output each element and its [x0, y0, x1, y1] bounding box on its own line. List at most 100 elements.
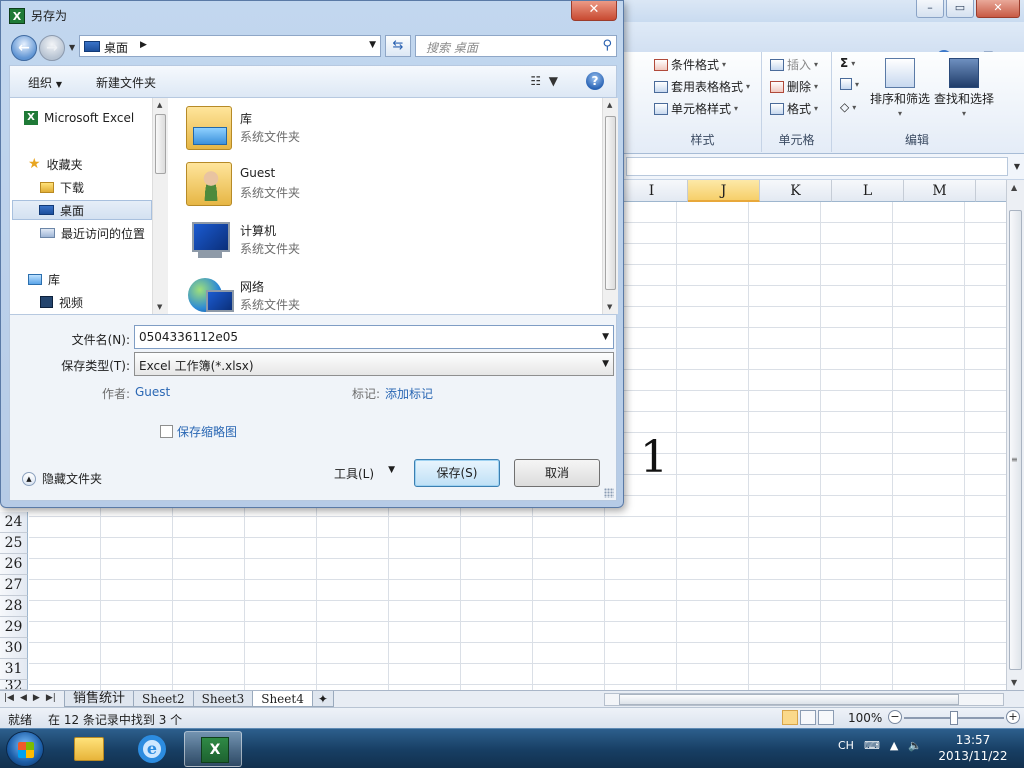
- vertical-scrollbar[interactable]: ▲ ≡ ▼: [1006, 180, 1024, 690]
- zoom-slider[interactable]: − +: [888, 710, 1020, 725]
- scroll-up-icon[interactable]: ▲: [607, 101, 612, 109]
- formula-expand-icon[interactable]: ▼: [1010, 157, 1024, 176]
- dialog-close-button[interactable]: ✕: [571, 1, 617, 21]
- zoom-out-icon[interactable]: −: [888, 710, 902, 724]
- column-header[interactable]: [976, 180, 1006, 202]
- show-hidden-icons-icon[interactable]: ▲: [890, 739, 898, 752]
- next-sheet-icon[interactable]: ▶: [33, 693, 40, 703]
- file-item[interactable]: Guest 系统文件夹: [186, 158, 586, 210]
- author-value[interactable]: Guest: [135, 385, 170, 399]
- column-header[interactable]: K: [760, 180, 832, 202]
- filename-dropdown-icon[interactable]: ▼: [602, 332, 609, 342]
- row-header[interactable]: 26: [0, 554, 28, 575]
- volume-icon[interactable]: 🔈: [908, 739, 922, 752]
- row-header[interactable]: 30: [0, 638, 28, 659]
- scroll-thumb[interactable]: ≡: [1009, 210, 1022, 670]
- scroll-up-icon[interactable]: ▲: [157, 101, 162, 109]
- save-button[interactable]: 保存(S): [414, 459, 500, 487]
- hide-folders-button[interactable]: ▲ 隐藏文件夹: [22, 470, 102, 487]
- save-thumbnail-checkbox[interactable]: 保存缩略图: [160, 423, 237, 440]
- first-sheet-icon[interactable]: |◀: [4, 693, 14, 703]
- fill-button[interactable]: ▾: [840, 78, 859, 90]
- delete-button[interactable]: 删除 ▾: [770, 78, 818, 95]
- address-dropdown-icon[interactable]: ▼: [369, 40, 376, 50]
- cancel-button[interactable]: 取消: [514, 459, 600, 487]
- row-header[interactable]: 27: [0, 575, 28, 596]
- scroll-down-icon[interactable]: ▼: [157, 303, 162, 311]
- minimize-button[interactable]: –: [916, 0, 944, 18]
- column-header[interactable]: L: [832, 180, 904, 202]
- prev-sheet-icon[interactable]: ◀: [20, 693, 27, 703]
- column-header-selected[interactable]: J: [688, 180, 760, 202]
- sheet-tab-active[interactable]: Sheet4: [252, 691, 313, 707]
- taskbar-excel[interactable]: X: [184, 731, 242, 767]
- help-icon[interactable]: ?: [586, 72, 604, 90]
- nav-item-libraries[interactable]: 库: [28, 269, 152, 289]
- tags-value[interactable]: 添加标记: [385, 385, 433, 402]
- nav-item-videos[interactable]: 视频: [40, 292, 152, 312]
- scroll-down-icon[interactable]: ▼: [1011, 678, 1017, 687]
- maximize-button[interactable]: ▭: [946, 0, 974, 18]
- zoom-in-icon[interactable]: +: [1006, 710, 1020, 724]
- normal-view-icon[interactable]: [782, 710, 798, 725]
- filetype-select[interactable]: Excel 工作簿(*.xlsx) ▼: [134, 352, 614, 376]
- file-item[interactable]: 计算机 系统文件夹: [186, 214, 586, 266]
- format-as-table-button[interactable]: 套用表格格式 ▾: [654, 78, 750, 95]
- close-button[interactable]: ✕: [976, 0, 1020, 18]
- horizontal-scrollbar[interactable]: [604, 693, 1004, 706]
- resize-grip-icon[interactable]: [604, 488, 614, 498]
- cell-styles-button[interactable]: 单元格样式 ▾: [654, 100, 738, 117]
- autosum-button[interactable]: Σ ▾: [840, 56, 855, 70]
- view-options-button[interactable]: ☷ ▼: [530, 74, 558, 88]
- scroll-thumb[interactable]: [605, 116, 616, 290]
- sheet-tab[interactable]: 销售统计: [64, 691, 135, 707]
- refresh-button[interactable]: ⇆: [385, 35, 411, 57]
- page-break-view-icon[interactable]: [818, 710, 834, 725]
- row-header[interactable]: 31: [0, 659, 28, 680]
- sort-filter-button[interactable]: 排序和筛选 ▾: [870, 58, 930, 118]
- filetype-dropdown-icon[interactable]: ▼: [602, 359, 609, 369]
- address-location[interactable]: 桌面: [104, 39, 128, 56]
- zoom-level[interactable]: 100%: [848, 711, 882, 725]
- taskbar-explorer[interactable]: [60, 731, 118, 767]
- column-header[interactable]: M: [904, 180, 976, 202]
- nav-item-downloads[interactable]: 下载: [40, 177, 152, 197]
- zoom-slider-knob[interactable]: [950, 711, 958, 725]
- nav-item-recent[interactable]: 最近访问的位置: [40, 223, 152, 243]
- taskbar-ie[interactable]: e: [122, 731, 180, 767]
- horizontal-scroll-thumb[interactable]: [619, 694, 959, 705]
- file-list-scrollbar[interactable]: ▲ ▼: [602, 98, 618, 314]
- navigation-pane-scrollbar[interactable]: ▲ ▼: [152, 98, 168, 314]
- recent-pages-dropdown-icon[interactable]: ▼: [69, 43, 75, 52]
- scroll-thumb[interactable]: [155, 114, 166, 174]
- column-header[interactable]: I: [616, 180, 688, 202]
- chevron-right-icon[interactable]: ▶: [140, 40, 147, 50]
- keyboard-icon[interactable]: ⌨: [864, 739, 880, 752]
- sheet-tab[interactable]: Sheet2: [133, 691, 194, 707]
- tools-button[interactable]: 工具(L) ▼: [334, 465, 395, 482]
- conditional-format-button[interactable]: 条件格式 ▾: [654, 56, 726, 73]
- back-button[interactable]: ←: [11, 35, 37, 61]
- format-button[interactable]: 格式 ▾: [770, 100, 818, 117]
- row-header[interactable]: 25: [0, 533, 28, 554]
- new-folder-button[interactable]: 新建文件夹: [96, 74, 156, 91]
- formula-input[interactable]: [626, 157, 1008, 176]
- last-sheet-icon[interactable]: ▶|: [46, 693, 56, 703]
- filename-input[interactable]: 0504336112e05 ▼: [134, 325, 614, 349]
- nav-item-excel[interactable]: X Microsoft Excel: [24, 108, 152, 128]
- search-box[interactable]: 搜索 桌面 ⚲: [415, 35, 617, 57]
- address-bar[interactable]: 桌面 ▶ ▼: [79, 35, 381, 57]
- start-button[interactable]: [6, 731, 44, 767]
- page-layout-view-icon[interactable]: [800, 710, 816, 725]
- clock[interactable]: 13:57 2013/11/22: [936, 732, 1010, 764]
- row-header[interactable]: 29: [0, 617, 28, 638]
- nav-item-favorites[interactable]: ★ 收藏夹: [28, 154, 152, 174]
- scroll-down-icon[interactable]: ▼: [607, 303, 612, 311]
- forward-button[interactable]: →: [39, 35, 65, 61]
- scroll-up-icon[interactable]: ▲: [1011, 183, 1017, 192]
- input-language[interactable]: CH: [838, 739, 854, 752]
- insert-button[interactable]: 插入 ▾: [770, 56, 818, 73]
- find-select-button[interactable]: 查找和选择 ▾: [934, 58, 994, 118]
- sheet-tab[interactable]: Sheet3: [192, 691, 254, 707]
- checkbox-box[interactable]: [160, 425, 173, 438]
